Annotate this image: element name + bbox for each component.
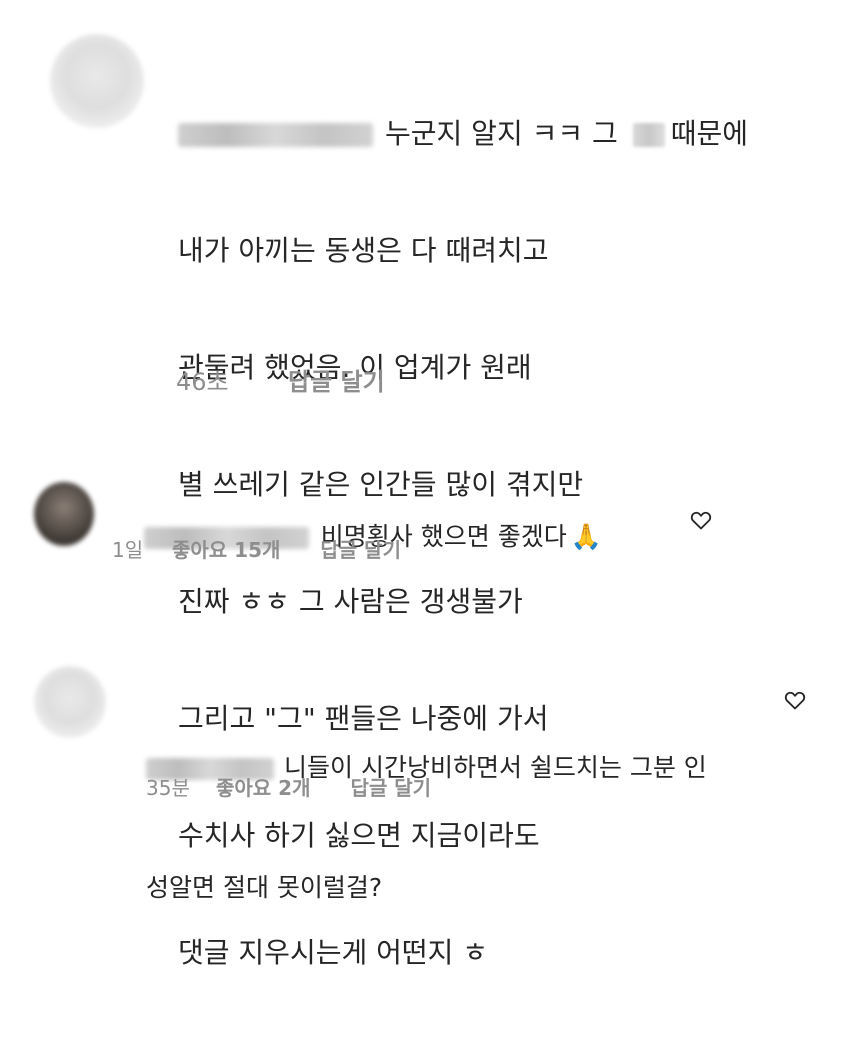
- heart-icon[interactable]: [689, 508, 713, 532]
- heart-icon[interactable]: [783, 688, 807, 712]
- avatar[interactable]: [34, 482, 94, 546]
- comment-3: 니들이 시간낭비하면서 쉴드치는 그분 인 성알면 절대 못이럴걸? 35분 좋아…: [0, 650, 845, 902]
- comment-line-2: 성알면 절대 못이럴걸?: [146, 873, 383, 902]
- redacted-name: [632, 123, 665, 147]
- comment-meta: 1일 좋아요 15개 답글 달기: [112, 534, 401, 563]
- comment-text: 니들이 시간낭비하면서 쉴드치는 그분 인 성알면 절대 못이럴걸?: [146, 668, 707, 988]
- timestamp: 1일: [112, 538, 144, 562]
- likes-count[interactable]: 좋아요 15개: [172, 534, 280, 563]
- avatar[interactable]: [50, 34, 144, 128]
- comment-meta: 35분 좋아요 2개 답글 달기: [146, 772, 431, 801]
- comment-line-1: 누군지 알지 ㅋㅋ 그 때문에: [178, 114, 748, 153]
- comment-line-2: 내가 아끼는 동생은 다 때려치고: [178, 234, 549, 267]
- comment-1: 누군지 알지 ㅋㅋ 그 때문에 내가 아끼는 동생은 다 때려치고 관둘려 했었…: [0, 0, 845, 969]
- comment-meta: 46초 답글 달기: [176, 362, 385, 397]
- avatar[interactable]: [34, 666, 106, 738]
- reply-button[interactable]: 답글 달기: [320, 534, 401, 563]
- pray-emoji: 🙏: [570, 522, 602, 551]
- timestamp: 46초: [176, 368, 229, 396]
- likes-count[interactable]: 좋아요 2개: [216, 772, 310, 801]
- reply-button[interactable]: 답글 달기: [350, 772, 431, 801]
- timestamp: 35분: [146, 776, 190, 800]
- username[interactable]: [178, 123, 373, 147]
- reply-button[interactable]: 답글 달기: [288, 362, 385, 397]
- comment-2: 비명횡사 했으면 좋겠다 🙏 1일 좋아요 15개 답글 달기: [0, 460, 845, 600]
